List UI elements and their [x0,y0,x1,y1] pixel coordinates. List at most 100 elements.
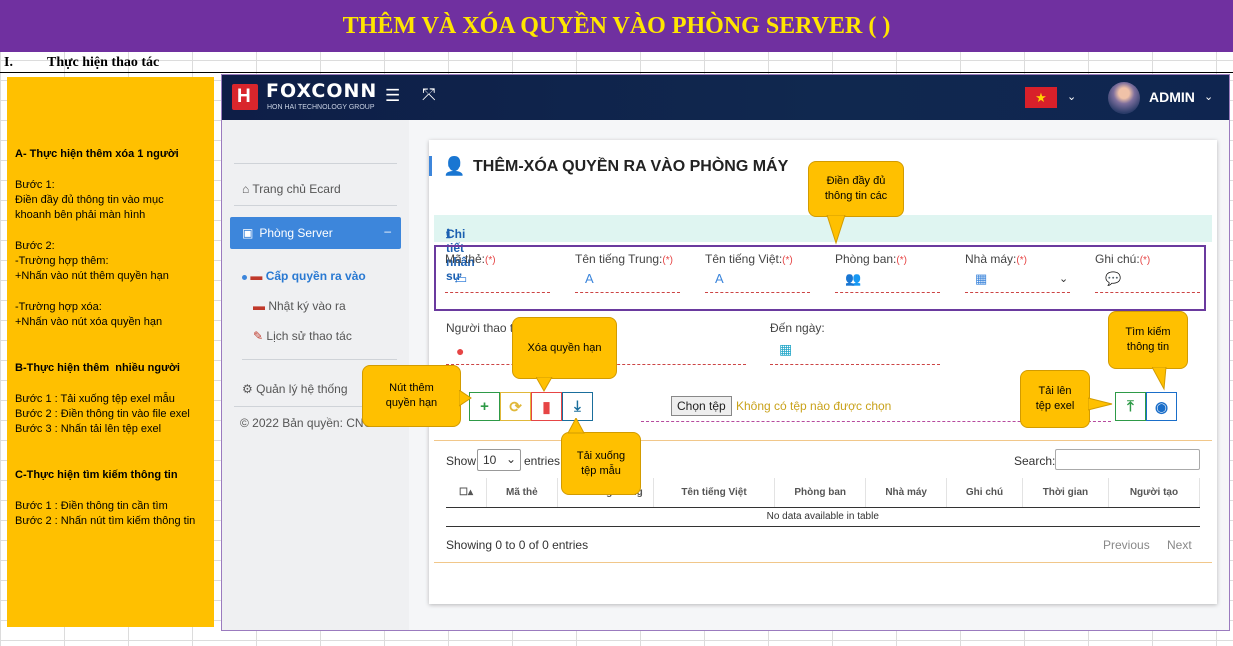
chevron-down-icon[interactable]: ⌄ [1067,90,1076,103]
search-input[interactable] [1055,449,1200,470]
active-dot-icon [242,275,247,280]
user-edit-icon: 👤 [443,156,466,176]
chevron-down-icon: ⌄ [505,452,516,466]
download-template-button[interactable]: ⤓ [562,392,593,421]
field-input[interactable] [1095,292,1200,293]
column-header[interactable]: Người tạo [1108,478,1201,508]
document-title: THÊM VÀ XÓA QUYỀN VÀO PHÒNG SERVER ( ) [0,0,1233,52]
refresh-icon: ⟳ [509,398,522,416]
top-navbar: H FOXCONN HON HAI TECHNOLOGY GROUP ☰ ⤧ ★… [222,75,1229,120]
empty-message: No data available in table [446,507,1200,527]
field-label-text: Nhà máy: [965,252,1017,266]
delete-permission-button[interactable]: ▮ [531,392,562,421]
field-label: Nhà máy:(*) [965,252,1027,266]
callout-tail [1152,367,1167,391]
required-marker: (*) [896,255,907,266]
field-input[interactable] [705,292,810,293]
instruction-line [15,223,207,238]
sidebar-item-history[interactable]: ✎ Lịch sử thao tác [253,329,352,343]
user-name[interactable]: ADMIN [1149,89,1195,105]
sidebar-item-server-room[interactable]: ▣ Phòng Server – [230,217,401,249]
to-date-label: Đến ngày: [770,321,825,335]
choose-file-button[interactable]: Chọn tệp [671,396,732,416]
add-permission-button[interactable]: + [469,392,500,421]
instruction-line: -Trường hợp xóa: [15,300,102,313]
instruction-line [15,162,207,177]
column-header[interactable]: Tên tiếng Việt [653,478,776,508]
required-marker: (*) [485,255,496,266]
instruction-line [15,331,207,346]
required-marker: (*) [1016,255,1027,266]
field-label: Ghi chú:(*) [1095,252,1150,266]
divider [434,440,1212,441]
callout-delete: Xóa quyền hạn [512,317,617,379]
select-all-checkbox[interactable]: ☐▴ [446,478,487,508]
field-label: Phòng ban:(*) [835,252,907,266]
column-header[interactable]: Nhà máy [865,478,948,508]
building-icon: ▦ [975,271,988,286]
instruction-line [15,438,207,453]
instruction-line: khoanh bên phải màn hình [15,209,146,222]
id-card-icon: ▭ [455,271,468,286]
search-button[interactable]: ◉ [1146,392,1177,421]
page-size-value: 10 [483,453,497,467]
menu-toggle-icon[interactable]: ☰ [385,86,400,106]
column-header[interactable]: Phòng ban [774,478,867,508]
to-date-input[interactable] [770,364,940,365]
instruction-line [15,376,207,391]
table-header-row: ☐▴ Mã thẻTên tiếng TrungTên tiếng ViệtPh… [446,478,1201,508]
trash-icon: ▮ [542,398,551,416]
sidebar-item-access-log[interactable]: ▬ Nhật ký vào ra [253,299,346,313]
divider [234,163,397,164]
column-header[interactable]: Thời gian [1022,478,1109,508]
table-info: Showing 0 to 0 of 0 entries [446,538,589,552]
page-title: THÊM-XÓA QUYỀN RA VÀO PHÒNG MÁY [473,158,789,175]
column-header[interactable]: Ghi chú [946,478,1023,508]
callout-tail [536,377,553,393]
previous-button[interactable]: Previous [1103,538,1150,552]
field-input[interactable] [445,292,550,293]
section-heading: Thực hiện thao tác [47,55,160,70]
refresh-button[interactable]: ⟳ [500,392,531,421]
instruction-line [15,453,207,468]
field-label-text: Ghi chú: [1095,252,1140,266]
field-input[interactable] [835,292,940,293]
employee-fields-box: Mã thẻ:(*) ▭ Tên tiếng Trung:(*) A Tên tiếng… [434,245,1206,311]
vietnam-flag-icon[interactable]: ★ [1025,87,1057,108]
brand-name: FOXCONN [266,80,378,102]
upload-excel-button[interactable]: ⤒ [1115,392,1146,421]
permissions-table: ☐▴ Mã thẻTên tiếng TrungTên tiếng ViệtPh… [446,478,1201,527]
column-header[interactable]: Mã thẻ [486,478,558,508]
instruction-line: Bước 2 : Điền thông tin vào file exel [15,408,190,421]
field-label: Tên tiếng Việt:(*) [705,252,793,266]
chevron-down-icon[interactable]: ⌄ [1059,272,1068,285]
fullscreen-icon[interactable]: ⤧ [422,85,436,105]
sidebar-item-home[interactable]: ⌂ Trang chủ Ecard [242,182,341,196]
operator-label: Người thao tá [446,321,520,335]
sidebar-item-grant-access[interactable]: ▬ Cấp quyền ra vào [242,269,366,283]
sidebar-item-system[interactable]: ⚙ Quản lý hệ thống [242,382,348,396]
section-number: I. [4,55,13,70]
instruction-line: Bước 1: [15,178,55,191]
callout-download: Tải xuống tệp mẫu [561,432,641,495]
chevron-down-icon[interactable]: ⌄ [1204,90,1213,103]
avatar[interactable] [1108,82,1140,114]
telescope-icon: ✎ [253,329,264,343]
font-icon: A [585,271,594,286]
divider [434,562,1212,563]
users-icon: 👥 [845,271,862,286]
log-icon: ▬ [253,299,265,313]
field-input[interactable] [965,292,1070,293]
instruction-line: Bước 1 : Tải xuống tệp exel mẫu [15,392,175,405]
callout-tail [826,215,846,245]
callout-upload: Tải lên tệp exel [1020,370,1090,428]
next-button[interactable]: Next [1167,538,1192,552]
page-size-select[interactable]: 10 ⌄ [477,449,521,471]
calendar-icon[interactable]: ▦ [779,341,792,358]
sidebar-item-label: Trang chủ Ecard [252,182,341,196]
field-label: Mã thẻ:(*) [445,252,496,266]
field-label-text: Mã thẻ: [445,252,486,266]
field-input[interactable] [575,292,680,293]
gear-icon: ⚙ [242,382,253,396]
id-card-icon: ▣ [242,226,254,240]
